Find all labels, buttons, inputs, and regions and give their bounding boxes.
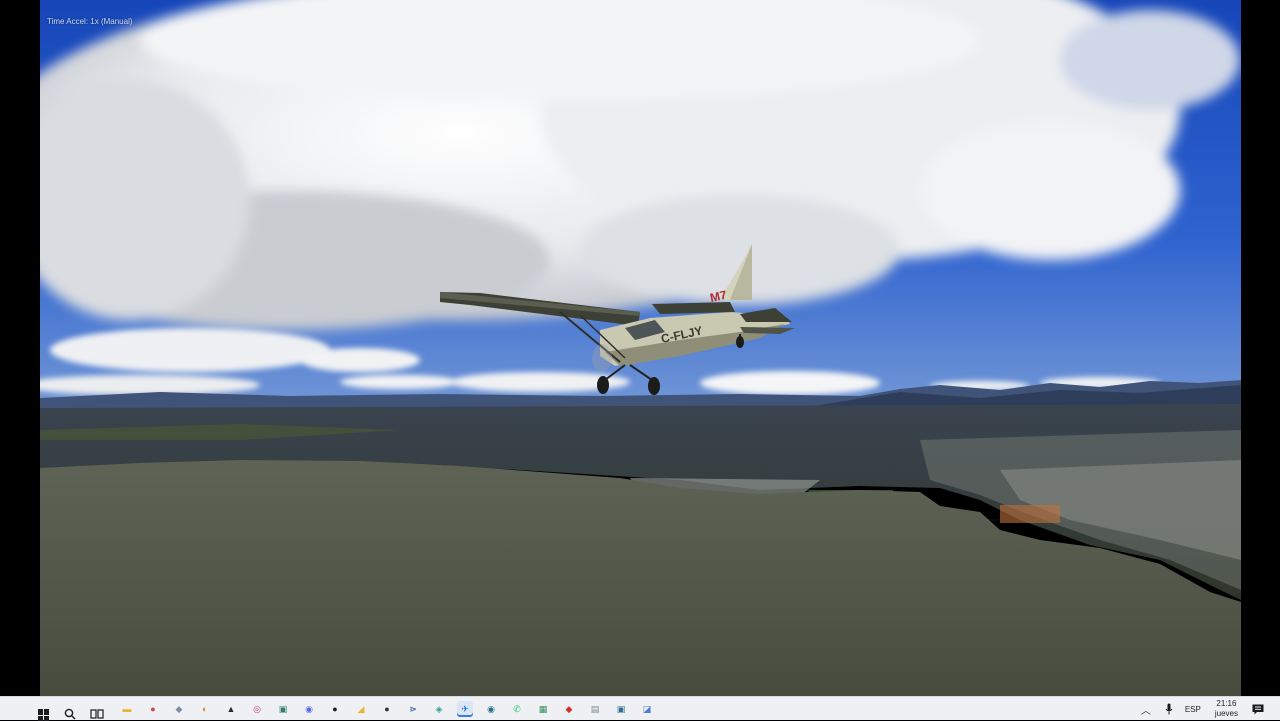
app-icon-18[interactable]: ◆	[561, 701, 577, 717]
app-icon-17[interactable]: ▦	[535, 701, 551, 717]
search-icon[interactable]	[64, 708, 76, 720]
windows-taskbar: ▬ ● ◆ ◐ ▲ ◎ ▣ ◉ ● ◢ ● ⋗ ◈ ✈ ◉ ✆ ▦ ◆ ▤ ▣ ◪ ︿ ESP 21:16 jueves	[0, 696, 1280, 721]
microphone-icon[interactable]	[1165, 703, 1173, 715]
scene-render: C-FLJY M7	[40, 0, 1241, 696]
pinned-apps: ▬ ● ◆ ◐ ▲ ◎ ▣ ◉ ● ◢ ● ⋗ ◈ ✈ ◉ ✆ ▦ ◆ ▤ ▣ ◪	[114, 700, 660, 718]
time-accel-label: Time Accel: 1x (Manual)	[47, 17, 133, 26]
clock[interactable]: 21:16 jueves	[1215, 699, 1238, 719]
app-icon-13[interactable]: ◈	[431, 701, 447, 717]
language-indicator[interactable]: ESP	[1185, 705, 1201, 714]
app-icon-10[interactable]: ◢	[353, 701, 369, 717]
system-tray: ︿ ESP 21:16 jueves	[1141, 697, 1280, 721]
letterbox-left	[0, 0, 40, 696]
chevron-up-icon[interactable]: ︿	[1141, 702, 1151, 717]
clock-time: 21:16	[1216, 699, 1237, 708]
app-icon-3[interactable]: ◆	[171, 701, 187, 717]
app-icon-5[interactable]: ▲	[223, 701, 239, 717]
app-icon-15[interactable]: ◉	[483, 701, 499, 717]
app-icon-21[interactable]: ◪	[639, 701, 655, 717]
app-icon-7[interactable]: ▣	[275, 701, 291, 717]
app-icon-12[interactable]: ⋗	[405, 701, 421, 717]
file-explorer-icon[interactable]: ▬	[119, 701, 135, 717]
start-button[interactable]	[38, 709, 50, 721]
clock-day: jueves	[1214, 709, 1238, 718]
msfs-icon[interactable]: ✈	[457, 701, 473, 717]
app-icon-9[interactable]: ●	[327, 701, 343, 717]
chrome-icon[interactable]: ●	[145, 701, 161, 717]
app-icon-11[interactable]: ●	[379, 701, 395, 717]
task-view-icon[interactable]	[90, 708, 104, 720]
instagram-icon[interactable]: ◎	[249, 701, 265, 717]
letterbox-right	[1241, 0, 1280, 696]
discord-icon[interactable]: ◉	[301, 701, 317, 717]
app-icon-20[interactable]: ▣	[613, 701, 629, 717]
app-icon-4[interactable]: ◐	[197, 701, 213, 717]
app-icon-19[interactable]: ▤	[587, 701, 603, 717]
whatsapp-icon[interactable]: ✆	[509, 701, 525, 717]
flight-scene: C-FLJY M7 Time Accel: 1x (Manual)	[40, 0, 1241, 696]
notifications-icon[interactable]	[1252, 704, 1264, 715]
